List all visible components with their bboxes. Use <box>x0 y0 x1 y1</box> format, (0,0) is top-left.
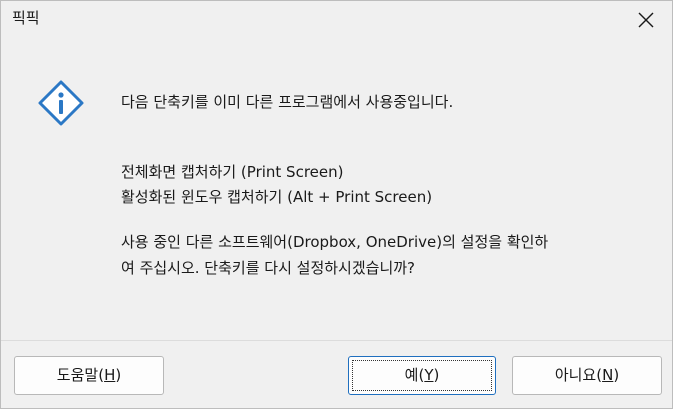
message-shortcut-fullscreen: 전체화면 캡처하기 (Print Screen) <box>121 163 344 181</box>
help-button-label: 도움말( <box>56 366 105 384</box>
info-icon <box>37 79 85 127</box>
window-title: 픽픽 <box>12 9 40 27</box>
no-button-mnemonic: N <box>602 366 614 384</box>
button-area-separator <box>1 340 672 341</box>
message-note-line2: 여 주십시오. 단축키를 다시 설정하시겠습니까? <box>121 259 416 277</box>
yes-button-label: 예( <box>404 366 425 384</box>
help-button[interactable]: 도움말(H) <box>14 356 164 395</box>
yes-button-suffix: ) <box>433 366 440 384</box>
no-button[interactable]: 아니요(N) <box>512 356 662 395</box>
no-button-label: 아니요( <box>554 366 603 384</box>
message-main: 다음 단축키를 이미 다른 프로그램에서 사용중입니다. <box>121 93 454 111</box>
message-note-line1: 사용 중인 다른 소프트웨어(Dropbox, OneDrive)의 설정을 확… <box>121 233 549 251</box>
close-icon <box>638 12 654 28</box>
title-bar: 픽픽 <box>1 1 672 37</box>
dialog-window: 픽픽 다음 단축키를 이미 다른 프로그램에서 사용중입니다. 전체화면 캡처하… <box>0 0 673 409</box>
help-button-mnemonic: H <box>104 366 116 384</box>
yes-button[interactable]: 예(Y) <box>348 356 496 395</box>
no-button-suffix: ) <box>613 366 620 384</box>
message-shortcut-active-window: 활성화된 윈도우 캡처하기 (Alt + Print Screen) <box>121 188 433 206</box>
help-button-suffix: ) <box>115 366 122 384</box>
close-button[interactable] <box>634 9 658 31</box>
